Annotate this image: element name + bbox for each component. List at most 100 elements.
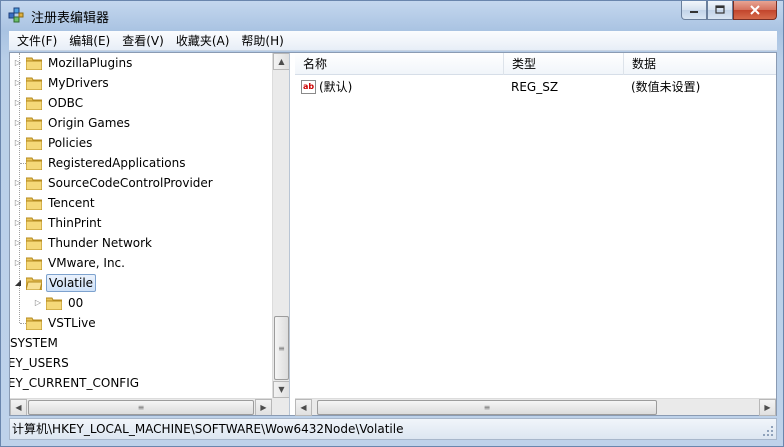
folder-icon (26, 77, 42, 90)
tree-item-label: SourceCodeControlProvider (48, 176, 213, 190)
folder-icon (26, 237, 42, 250)
expand-arrow-icon[interactable]: ▷ (13, 233, 23, 253)
value-type: REG_SZ (511, 80, 559, 94)
expand-arrow-icon[interactable]: ▷ (13, 173, 23, 193)
scroll-left-button[interactable]: ◀ (295, 399, 312, 416)
tree-item-label: Policies (48, 136, 93, 150)
expand-arrow-icon[interactable]: ▷ (13, 133, 23, 153)
registry-editor-window: 注册表编辑器 文件(F) 编辑(E) 查看(V) 收藏夹(A) 帮助(H) ▷ (0, 0, 784, 447)
scroll-right-button[interactable]: ▶ (255, 399, 272, 415)
expand-arrow-icon[interactable]: ▷ (13, 53, 23, 73)
tree-item[interactable]: RegisteredApplications (13, 153, 187, 173)
string-value-icon: ab (301, 80, 316, 94)
folder-icon (26, 317, 42, 330)
tree-item-selected[interactable]: ◢ Volatile (13, 273, 97, 293)
expand-arrow-icon[interactable]: ▷ (13, 73, 23, 93)
tree-root-item[interactable]: KEY_CURRENT_CONFIG (10, 373, 141, 393)
expand-arrow-icon[interactable]: ▷ (13, 253, 23, 273)
menu-help[interactable]: 帮助(H) (235, 31, 289, 51)
tree-item[interactable]: ▷ 00 (33, 293, 85, 313)
list-header: 名称 类型 数据 (295, 53, 776, 75)
tree-item[interactable]: ▷ MozillaPlugins (13, 53, 134, 73)
menu-view[interactable]: 查看(V) (116, 31, 170, 51)
tree-root-item[interactable]: SYSTEM (10, 333, 60, 353)
value-list[interactable]: 名称 类型 数据 ab (默认) REG_SZ (数值未设置) ◀ ≡ ▶ (295, 53, 776, 416)
tree-item[interactable]: ▷ Tencent (13, 193, 97, 213)
folder-icon (26, 257, 42, 270)
folder-icon (26, 217, 42, 230)
tree-item-label: Volatile (46, 274, 97, 292)
menu-file[interactable]: 文件(F) (11, 31, 63, 51)
title-bar[interactable]: 注册表编辑器 (1, 1, 783, 29)
window-title: 注册表编辑器 (31, 11, 110, 26)
minimize-icon (690, 11, 698, 13)
folder-icon (26, 97, 42, 110)
tree-item-label: Origin Games (48, 116, 131, 130)
tree-vertical-scrollbar[interactable]: ▲ ≡ ▼ (272, 53, 289, 398)
resize-grip-icon[interactable] (762, 425, 774, 437)
tree-item[interactable]: ▷ Origin Games (13, 113, 132, 133)
maximize-button[interactable] (707, 1, 733, 20)
expand-arrow-icon[interactable]: ▷ (13, 213, 23, 233)
minimize-button[interactable] (681, 1, 707, 20)
tree-item-label: MyDrivers (48, 76, 109, 90)
tree-horizontal-scrollbar[interactable]: ◀ ≡ ▶ (10, 398, 272, 415)
menu-favorites[interactable]: 收藏夹(A) (170, 31, 236, 51)
tree-item-label: ODBC (48, 96, 84, 110)
scroll-thumb[interactable]: ≡ (274, 316, 289, 380)
value-data: (数值未设置) (631, 80, 701, 94)
scroll-right-button[interactable]: ▶ (759, 399, 776, 416)
caption-buttons (681, 1, 777, 21)
tree-root-item[interactable]: KEY_USERS (10, 353, 71, 373)
folder-icon (26, 117, 42, 130)
pane-area: ▷ MozillaPlugins ▷ MyDrivers ▷ ODBC ▷ Or… (9, 52, 777, 416)
tree-item[interactable]: ▷ MyDrivers (13, 73, 111, 93)
folder-icon (26, 197, 42, 210)
scrollbar-corner (272, 398, 289, 415)
folder-icon (46, 297, 62, 310)
tree-item[interactable]: ▷ Policies (13, 133, 94, 153)
key-tree[interactable]: ▷ MozillaPlugins ▷ MyDrivers ▷ ODBC ▷ Or… (10, 53, 290, 415)
regedit-icon (8, 7, 24, 23)
tree-item[interactable]: VSTLive (13, 313, 98, 333)
tree-item-label: Thunder Network (48, 236, 152, 250)
expand-arrow-icon[interactable]: ▷ (13, 93, 23, 113)
scroll-down-button[interactable]: ▼ (273, 381, 289, 398)
scroll-thumb[interactable]: ≡ (28, 400, 254, 415)
tree-item-label: ThinPrint (48, 216, 102, 230)
tree-item-label: VSTLive (48, 316, 96, 330)
close-icon (750, 5, 760, 15)
tree-item[interactable]: ▷ ODBC (13, 93, 85, 113)
tree-item[interactable]: ▷ ThinPrint (13, 213, 103, 233)
folder-icon (26, 157, 42, 170)
list-row[interactable]: ab (默认) REG_SZ (数值未设置) (295, 77, 776, 97)
column-header-data[interactable]: 数据 (624, 53, 776, 75)
close-button[interactable] (733, 1, 777, 20)
folder-icon (26, 57, 42, 70)
column-header-name[interactable]: 名称 (295, 53, 504, 75)
tree-item-label: KEY_USERS (10, 356, 69, 370)
maximize-icon (715, 5, 725, 14)
expand-arrow-icon[interactable]: ▷ (13, 113, 23, 133)
tree-item-label: Tencent (48, 196, 95, 210)
column-header-type[interactable]: 类型 (504, 53, 624, 75)
tree-item[interactable]: ▷ SourceCodeControlProvider (13, 173, 215, 193)
tree-item[interactable]: ▷ VMware, Inc. (13, 253, 127, 273)
tree-item-label: MozillaPlugins (48, 56, 133, 70)
list-horizontal-scrollbar[interactable]: ◀ ≡ ▶ (295, 398, 776, 416)
tree-item[interactable]: ▷ Thunder Network (13, 233, 154, 253)
scroll-up-button[interactable]: ▲ (273, 53, 289, 70)
scroll-thumb[interactable]: ≡ (317, 400, 657, 415)
tree-item-label: RegisteredApplications (48, 156, 186, 170)
folder-icon (26, 137, 42, 150)
status-bar: 计算机\HKEY_LOCAL_MACHINE\SOFTWARE\Wow6432N… (9, 418, 777, 440)
expand-arrow-icon[interactable]: ▷ (33, 293, 43, 313)
value-name: (默认) (319, 80, 353, 94)
collapse-arrow-icon[interactable]: ◢ (13, 273, 23, 293)
folder-icon (26, 177, 42, 190)
scroll-left-button[interactable]: ◀ (10, 399, 27, 415)
menu-edit[interactable]: 编辑(E) (63, 31, 116, 51)
expand-arrow-icon[interactable]: ▷ (13, 193, 23, 213)
tree-item-label: 00 (68, 296, 84, 310)
menu-bar: 文件(F) 编辑(E) 查看(V) 收藏夹(A) 帮助(H) (9, 31, 777, 51)
